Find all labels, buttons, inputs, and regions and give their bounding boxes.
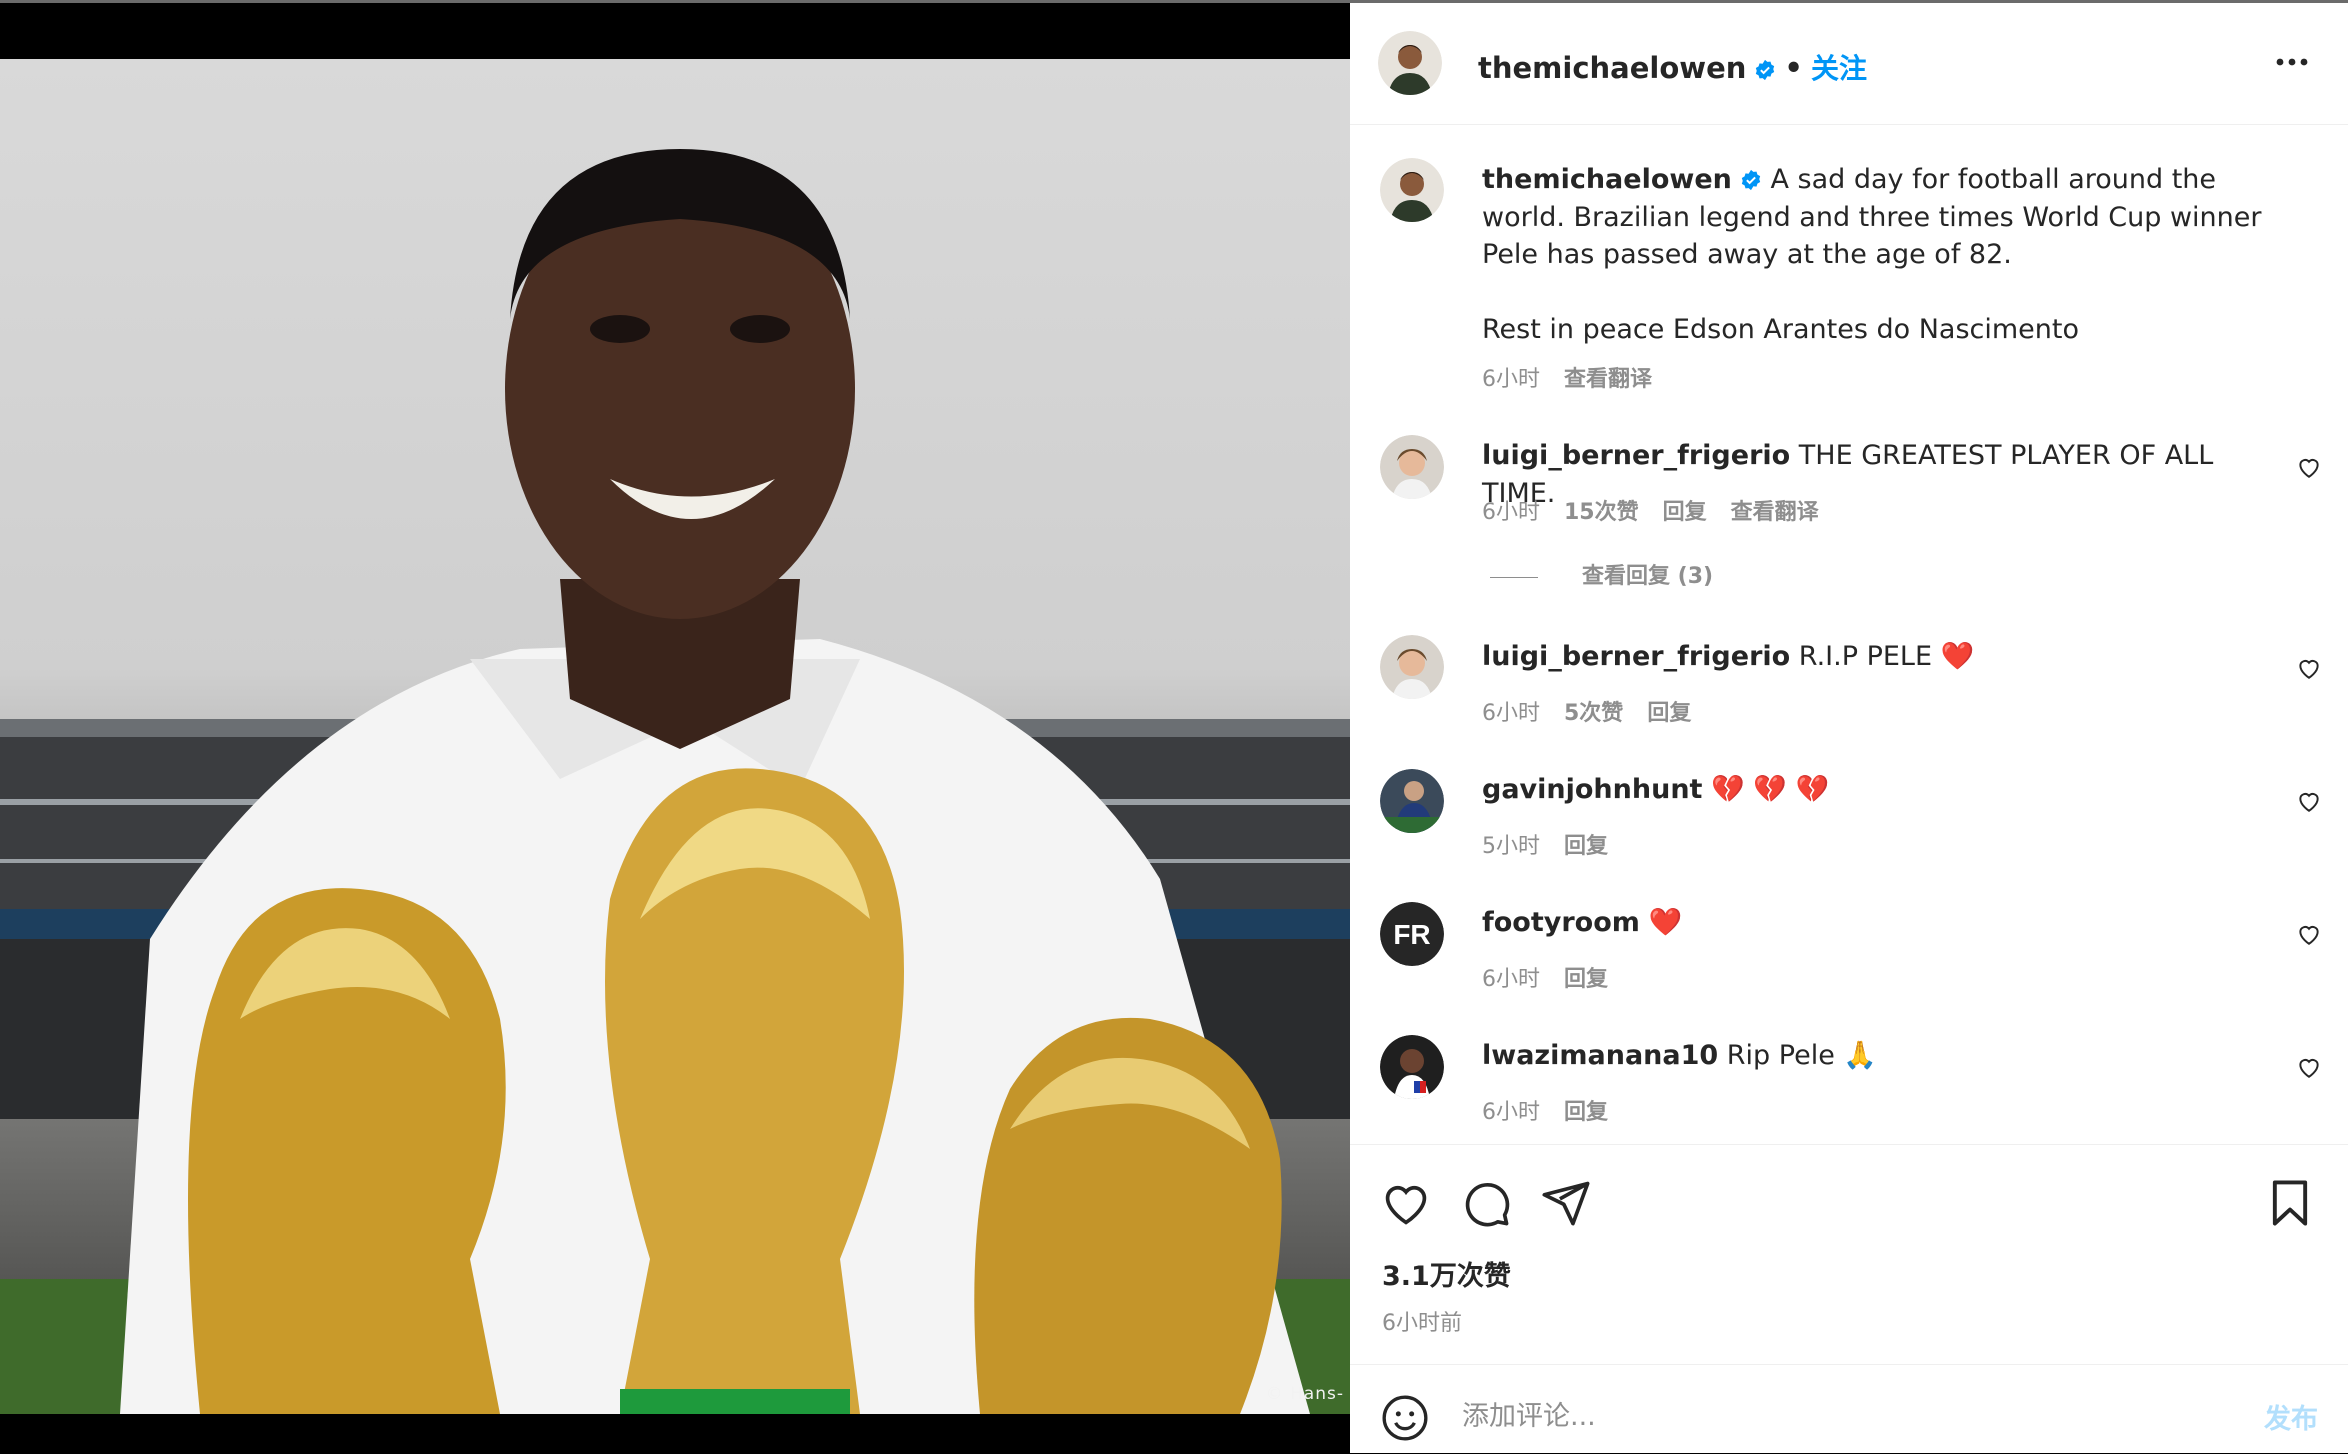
comment-username[interactable]: footyroom	[1482, 907, 1640, 938]
like-comment-heart-icon[interactable]	[2296, 921, 2322, 947]
commenter-avatar[interactable]	[1380, 635, 1444, 699]
comment-meta: 6小时 5次赞 回复	[1482, 695, 1715, 727]
comment-text: lwazimanana10 Rip Pele 🙏	[1482, 1037, 2272, 1075]
like-comment-heart-icon[interactable]	[2296, 788, 2322, 814]
post-actions: 3.1万次赞 6小时前	[1350, 1144, 2348, 1391]
emoji-smiley-icon[interactable]	[1380, 1393, 1430, 1443]
reply-button[interactable]: 回复	[1647, 701, 1691, 726]
comment-body: 💔 💔 💔	[1711, 774, 1830, 805]
comment-username[interactable]: lwazimanana10	[1482, 1040, 1718, 1071]
commenter-avatar[interactable]: FR	[1380, 902, 1444, 966]
bookmark-save-icon[interactable]	[2264, 1177, 2316, 1229]
comment-time: 6小时	[1482, 967, 1540, 992]
comment-body: Rip Pele 🙏	[1726, 1040, 1878, 1071]
caption-meta: 6小时 查看翻译	[1482, 361, 1676, 393]
caption-translate-link[interactable]: 查看翻译	[1564, 367, 1652, 392]
follow-button[interactable]: 关注	[1811, 52, 1867, 85]
post-header: themichaelowen • 关注	[1350, 3, 2348, 125]
commenter-avatar[interactable]	[1380, 769, 1444, 833]
share-send-icon[interactable]	[1540, 1177, 1592, 1229]
reply-button[interactable]: 回复	[1564, 834, 1608, 859]
post-image-illustration	[0, 149, 1350, 1414]
svg-text:FR: FR	[1393, 919, 1430, 950]
photo-credit: © Hans-	[1265, 1384, 1344, 1404]
author-avatar[interactable]	[1378, 31, 1442, 95]
comment-likes[interactable]: 5次赞	[1564, 701, 1623, 726]
comment-likes[interactable]: 15次赞	[1564, 500, 1639, 525]
comment-time: 6小时	[1482, 500, 1540, 525]
translate-link[interactable]: 查看翻译	[1731, 500, 1819, 525]
comment-text: footyroom ❤️	[1482, 904, 2272, 942]
comment-username[interactable]: luigi_berner_frigerio	[1482, 641, 1790, 672]
caption-author-avatar[interactable]	[1380, 158, 1444, 222]
post-image[interactable]: © Hans-	[0, 59, 1350, 1414]
reply-button[interactable]: 回复	[1564, 967, 1608, 992]
comment-meta: 6小时 15次赞 回复 查看翻译	[1482, 494, 1843, 526]
commenter-avatar[interactable]	[1380, 435, 1444, 499]
comment-time: 6小时	[1482, 1100, 1540, 1125]
add-comment-bar: 发布	[1350, 1364, 2348, 1454]
like-heart-icon[interactable]	[1380, 1177, 1432, 1229]
header-separator: •	[1784, 51, 1803, 85]
comment-username[interactable]: gavinjohnhunt	[1482, 774, 1702, 805]
verified-badge-icon	[1756, 59, 1775, 81]
like-comment-heart-icon[interactable]	[2296, 454, 2322, 480]
reply-button[interactable]: 回复	[1663, 500, 1707, 525]
post-comment-button[interactable]: 发布	[2264, 1397, 2318, 1436]
add-comment-input[interactable]	[1460, 1393, 2164, 1439]
caption-time: 6小时	[1482, 367, 1540, 392]
comment-bubble-icon[interactable]	[1460, 1177, 1512, 1229]
comment-text: luigi_berner_frigerio R.I.P PELE ❤️	[1482, 638, 2272, 676]
comment-meta: 6小时 回复	[1482, 961, 1632, 993]
caption-body-2: Rest in peace Edson Arantes do Nasciment…	[1482, 313, 2080, 345]
more-horizontal-icon[interactable]	[2272, 47, 2312, 77]
caption-username[interactable]: themichaelowen	[1482, 164, 1732, 195]
post-timestamp: 6小时前	[1382, 1311, 1462, 1336]
caption-text: themichaelowen A sad day for football ar…	[1482, 161, 2272, 348]
commenter-avatar[interactable]	[1380, 1035, 1444, 1099]
comment-body: R.I.P PELE ❤️	[1798, 641, 1975, 672]
like-comment-heart-icon[interactable]	[2296, 655, 2322, 681]
author-username[interactable]: themichaelowen	[1478, 51, 1746, 85]
view-replies-link[interactable]: 查看回复 (3)	[1490, 558, 1713, 590]
comment-body: ❤️	[1648, 907, 1683, 938]
likes-count[interactable]: 3.1万次赞	[1382, 1254, 1511, 1293]
comment-meta: 6小时 回复	[1482, 1094, 1632, 1126]
replies-divider-line	[1490, 576, 1538, 578]
comment-text: gavinjohnhunt 💔 💔 💔	[1482, 771, 2272, 809]
reply-button[interactable]: 回复	[1564, 1100, 1608, 1125]
verified-badge-icon	[1741, 169, 1761, 191]
comment-time: 5小时	[1482, 834, 1540, 859]
comment-time: 6小时	[1482, 701, 1540, 726]
like-comment-heart-icon[interactable]	[2296, 1054, 2322, 1080]
post-side-panel: themichaelowen • 关注 themichaelowen A sad d…	[1350, 3, 2348, 1453]
comment-meta: 5小时 回复	[1482, 828, 1632, 860]
comment-username[interactable]: luigi_berner_frigerio	[1482, 440, 1790, 471]
